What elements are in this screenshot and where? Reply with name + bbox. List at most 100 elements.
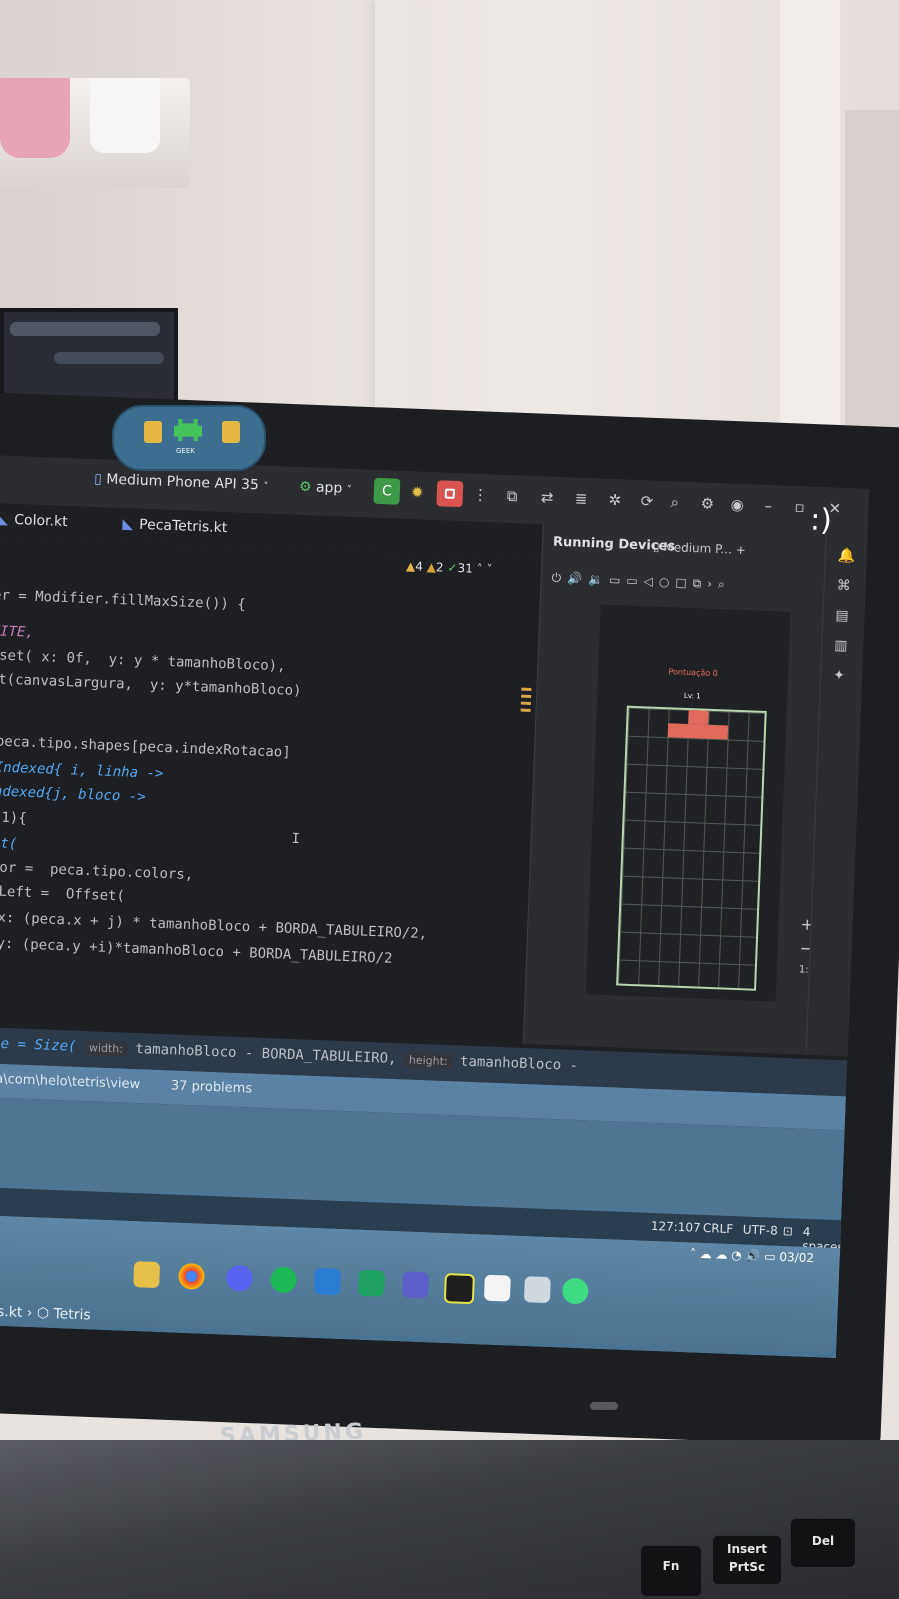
key-del[interactable]: Del <box>790 1518 856 1568</box>
tetris-board[interactable] <box>616 705 767 991</box>
code-line: WHITE, <box>0 623 34 641</box>
background-monitor-bar <box>10 322 160 336</box>
minimize-icon[interactable]: – <box>764 497 772 515</box>
chevron-up-icon[interactable]: ˄ <box>476 562 483 576</box>
webcam-cover: GEEK <box>112 405 266 471</box>
spotify-icon[interactable] <box>270 1266 298 1294</box>
code-text: y: (peca.y +i)*tamanhoBloco + BORDA_TABU… <box>0 934 393 967</box>
laptop-screen: ▯ Medium Phone API 35 ˅ ⚙ app ˅ C ✹ ⋮ ⧉ … <box>0 455 870 1359</box>
stop-button[interactable] <box>436 480 464 508</box>
more-icon[interactable]: ⋮ <box>472 486 488 505</box>
file-encoding[interactable]: UTF-8 <box>743 1222 778 1237</box>
run-config-selector[interactable]: ⚙ app ˅ <box>299 479 352 497</box>
translate-icon[interactable]: ⇄ <box>540 488 553 506</box>
score-label: Pontuação 0 <box>668 667 719 679</box>
caret-position[interactable]: 127:107 <box>651 1219 701 1235</box>
tray-date: 03/02 <box>779 1249 815 1266</box>
background-monitor-bar <box>54 352 164 364</box>
emulator-controls[interactable]: ⏻🔊🔉▭▭◁○□⧉›⌕ <box>551 571 731 593</box>
lock-icon <box>144 421 162 443</box>
stripe-mark <box>521 694 532 698</box>
code-line: chIndexed{ i, linha -> <box>0 759 164 782</box>
code-editor[interactable]: ▲4 ▲2 ✓31 ˄ ˅ ier = Modifier.fillMaxSize… <box>0 536 542 1048</box>
line-separator[interactable]: CRLF <box>703 1221 734 1236</box>
tab-label: Color.kt <box>13 511 68 531</box>
apply-changes-button[interactable]: C <box>373 477 401 505</box>
readonly-icon[interactable]: ⊡ <box>783 1224 794 1238</box>
excel-icon[interactable] <box>357 1269 385 1297</box>
phone-icon: ▯ <box>93 471 103 488</box>
teams-icon[interactable] <box>401 1271 429 1299</box>
chevron-down-icon: ˅ <box>346 484 352 496</box>
breadcrumb-file[interactable]: Tetris.kt <box>0 1303 23 1321</box>
breadcrumb: Tetris.kt › ⬡ Tetris <box>0 1303 91 1324</box>
code-text: color = peca.tipo.colors, <box>0 858 194 884</box>
code-line: x: (peca.x + j) * tamanhoBloco + BORDA_T… <box>0 909 427 942</box>
notion-icon[interactable] <box>483 1274 511 1302</box>
device-selector-label: Medium Phone API 35 <box>106 471 260 494</box>
word-icon[interactable] <box>314 1268 342 1296</box>
chevron-down-icon[interactable]: ˅ <box>486 562 493 576</box>
code-text: tamanhoBloco - BORDA_TABULEIRO, <box>135 1041 397 1068</box>
android-studio-icon[interactable] <box>561 1277 589 1305</box>
code-text: tamanhoBloco - <box>459 1053 579 1075</box>
code-text: topLeft = Offset( <box>0 882 126 905</box>
assistant-icon[interactable]: ✦ <box>833 668 845 684</box>
settings-icon[interactable]: ⚙ <box>700 494 714 513</box>
app-icon[interactable] <box>523 1276 551 1304</box>
text-cursor: I <box>291 830 301 848</box>
emulator-icon[interactable]: ▥ <box>834 638 848 654</box>
weak-warning-count: 2 <box>435 560 444 575</box>
emulator-screen[interactable]: Pontuação 0 Lv: 1 <box>585 604 791 1002</box>
door-frame <box>375 0 415 430</box>
device-file-icon[interactable]: ▤ <box>835 608 849 624</box>
chrome-icon[interactable] <box>178 1262 206 1290</box>
debug-icon[interactable]: ✹ <box>411 483 424 501</box>
problems-count[interactable]: 37 problems <box>171 1078 253 1096</box>
sync-icon[interactable]: ⟳ <box>640 492 653 510</box>
tetris-piece-block <box>688 710 709 725</box>
key-fn[interactable]: Fn <box>640 1545 702 1597</box>
device-selector[interactable]: ▯ Medium Phone API 35 ˅ <box>94 471 269 494</box>
bug-icon[interactable]: ✲ <box>608 491 621 509</box>
stripe-mark <box>521 687 532 691</box>
kotlin-file-icon: ◣ <box>122 516 134 533</box>
code-line: peca.tipo.shapes[peca.indexRotacao] <box>0 733 291 760</box>
problems-path: java\com\helo\tetris\view <box>0 1070 141 1093</box>
code-line: ier = Modifier.fillMaxSize()) { <box>0 587 246 613</box>
parameter-hint: height: <box>404 1052 452 1070</box>
code-text: set(canvasLargura, y: y*tamanhoBloco) <box>0 670 302 700</box>
warning-count: 4 <box>415 559 424 574</box>
device-manager-icon[interactable]: ⧉ <box>506 487 517 505</box>
bezel-led <box>590 1402 618 1410</box>
code-line: == 1){ <box>0 809 27 827</box>
breadcrumb-symbol[interactable]: Tetris <box>53 1306 91 1323</box>
layout-icon[interactable]: ≣ <box>574 489 587 507</box>
account-icon[interactable]: ◉ <box>730 495 744 513</box>
discord-icon[interactable] <box>226 1264 254 1292</box>
code-text: ffset( x: 0f, y: y * tamanhoBloco), <box>0 646 286 675</box>
jetbrains-icon[interactable] <box>443 1273 475 1305</box>
add-device-icon[interactable]: + <box>736 543 747 557</box>
system-tray[interactable]: ˄ ☁ ☁ ◔ 🔊 ▭ 03/02 <box>690 1246 815 1265</box>
search-icon[interactable]: ⌕ <box>670 493 679 511</box>
error-stripe <box>520 687 532 716</box>
tab-pecatetris-kt[interactable]: ◣ PecaTetris.kt <box>122 516 227 536</box>
parameter-hint: width: <box>84 1040 128 1057</box>
file-explorer-icon[interactable] <box>133 1261 161 1289</box>
gradle-icon[interactable]: ⌘ <box>836 578 851 595</box>
tetris-piece-block <box>667 723 729 740</box>
code-text: == 1){ <box>1 809 27 827</box>
white-toy <box>90 78 160 153</box>
overlay-text: :) <box>809 502 833 539</box>
notifications-icon[interactable]: 🔔 <box>837 548 855 565</box>
restore-icon[interactable]: ▫ <box>794 498 805 516</box>
code-text: WHITE, <box>0 622 35 641</box>
device-tab[interactable]: ▯ Medium P... + <box>653 540 746 558</box>
key-insert[interactable]: Insert PrtSc <box>712 1535 782 1585</box>
code-line: y: (peca.y +i)*tamanhoBloco + BORDA_TABU… <box>0 935 393 967</box>
inspection-widget[interactable]: ▲4 ▲2 ✓31 ˄ ˅ <box>406 559 493 576</box>
device-tab-label: Medium P... <box>663 539 733 557</box>
tab-color-kt[interactable]: ◣ Color.kt <box>0 511 68 530</box>
pink-toy <box>0 78 70 158</box>
